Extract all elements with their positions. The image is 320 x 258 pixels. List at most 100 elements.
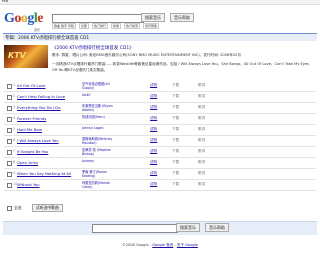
footer-link-about[interactable]: 关于 Google	[177, 243, 198, 247]
track-artist-link[interactable]: 热线乐团(Ham)	[82, 115, 116, 119]
track-title-link[interactable]: Without You	[17, 182, 40, 187]
chip-hot-search[interactable]: 热门搜索	[123, 23, 140, 29]
track-title-link[interactable]: Everything You Do I Do	[17, 105, 61, 110]
track-listen-link[interactable]: 试听	[150, 171, 157, 176]
track-listen-link[interactable]: 试听	[150, 127, 157, 132]
track-lyrics-link[interactable]: 歌词	[198, 116, 205, 121]
album-description: 一次精选KTV点唱排行最热门歌曲……收录Westlife等欧美巨星经典作品，包括…	[52, 62, 310, 72]
track-lyrics-link[interactable]: 歌词	[198, 160, 205, 165]
track-artist-link[interactable]: 玛丽亚凯莉(Mariah Carey)	[82, 181, 116, 189]
track-listen-link[interactable]: 试听	[150, 116, 157, 121]
track-title-link[interactable]: If Tonight Be You	[17, 149, 48, 154]
row-divider	[4, 157, 316, 158]
album-title: 《2006 KTV点唱排行榜全球首发 CD1》	[52, 46, 134, 51]
track-checkbox[interactable]	[7, 95, 12, 100]
track-artist-link[interactable]: 空气补给合唱团(Air Supply)	[82, 82, 116, 90]
track-artist-link[interactable]: Johnny Logan	[82, 126, 116, 130]
track-lyrics-link[interactable]: 歌词	[198, 171, 205, 176]
track-title-link[interactable]: When You Say Nothing At All	[17, 171, 71, 176]
track-download-link[interactable]: 下载	[172, 105, 179, 110]
row-divider	[4, 135, 316, 136]
track-download-link[interactable]: 下载	[172, 116, 179, 121]
section-title: 专辑：2006 KTV点唱排行榜全球首发 CD1	[5, 36, 90, 41]
cover-text: KTV	[8, 51, 26, 60]
google-logo[interactable]: Google 音乐	[4, 12, 43, 33]
track-checkbox[interactable]	[7, 150, 12, 155]
track-checkbox[interactable]	[7, 106, 12, 111]
track-artist-link[interactable]: 罗南·基汀(Ronan Keating)	[82, 170, 116, 178]
track-listen-link[interactable]: 试听	[150, 182, 157, 187]
select-all-checkbox[interactable]	[7, 206, 12, 211]
music-help-button[interactable]: 音乐帮助	[170, 13, 194, 22]
track-checkbox[interactable]	[7, 172, 12, 177]
track-number: 1	[13, 83, 16, 87]
browser-label: MB	[2, 0, 9, 3]
track-lyrics-link[interactable]: 歌词	[198, 127, 205, 132]
track-listen-link[interactable]: 试听	[150, 83, 157, 88]
track-download-link[interactable]: 下载	[172, 160, 179, 165]
track-checkbox[interactable]	[7, 139, 12, 144]
track-lyrics-link[interactable]: 歌词	[198, 138, 205, 143]
chip-music-help[interactable]: 音乐帮助	[142, 23, 159, 29]
track-title-link[interactable]: Open Arms	[17, 160, 38, 165]
row-divider	[4, 168, 316, 169]
track-listen-link[interactable]: 试听	[150, 105, 157, 110]
track-lyrics-link[interactable]: 歌词	[198, 182, 205, 187]
track-download-link[interactable]: 下载	[172, 83, 179, 88]
row-divider	[4, 91, 316, 92]
track-checkbox[interactable]	[7, 161, 12, 166]
track-artist-link[interactable]: Ub40	[82, 93, 116, 97]
footer-link-home[interactable]: Google 首页	[152, 243, 173, 247]
copyright-text: ©2008 Google	[122, 243, 149, 247]
footer-help-button[interactable]: 音乐帮助	[205, 223, 229, 232]
track-row: 7 If Tonight Be You 史蒂芬·赛 (Stephen Bisho…	[0, 148, 320, 157]
search-music-button[interactable]: 搜索音乐	[141, 13, 165, 22]
row-divider	[4, 113, 316, 114]
footer-search-input[interactable]	[92, 224, 178, 233]
album-cover-image[interactable]: KTV	[4, 45, 48, 68]
chip-new-songs[interactable]: 新歌	[110, 23, 121, 29]
play-selected-button[interactable]: 试听选中歌曲	[32, 204, 63, 212]
track-row: 10 Without You 玛丽亚凯莉(Mariah Carey) 试听 下载…	[0, 181, 320, 190]
track-download-link[interactable]: 下载	[172, 138, 179, 143]
track-artist-link[interactable]: 史蒂芬·赛 (Stephen Bishop)	[82, 148, 116, 156]
track-download-link[interactable]: 下载	[172, 149, 179, 154]
track-lyrics-link[interactable]: 歌词	[198, 149, 205, 154]
footer-search-button[interactable]: 搜索音乐	[176, 223, 200, 232]
row-divider	[4, 190, 316, 191]
track-lyrics-link[interactable]: 歌词	[198, 105, 205, 110]
chip-all[interactable]: 全部	[78, 23, 89, 29]
track-title-link[interactable]: I Will Always Love You	[17, 138, 59, 143]
track-checkbox[interactable]	[7, 183, 12, 188]
track-row: 2 Can't Help Falling In Love Ub40 试听 下载 …	[0, 93, 320, 102]
track-listen-link[interactable]: 试听	[150, 160, 157, 165]
track-title-link[interactable]: Hold Me Now	[17, 127, 42, 132]
track-checkbox[interactable]	[7, 84, 12, 89]
track-download-link[interactable]: 下载	[172, 182, 179, 187]
row-divider	[4, 146, 316, 147]
track-artist-link[interactable]: 布莱恩亚当斯 (Bryan Adams)	[82, 104, 116, 112]
track-row: 3 Everything You Do I Do 布莱恩亚当斯 (Bryan A…	[0, 104, 320, 113]
track-download-link[interactable]: 下载	[172, 94, 179, 99]
search-input[interactable]	[52, 14, 144, 23]
chip-hot-chart[interactable]: 热门排行	[91, 23, 108, 29]
chip-song-artist-album[interactable]: 歌曲 歌手 专辑	[52, 23, 76, 29]
track-listen-link[interactable]: 试听	[150, 138, 157, 143]
track-artist-link[interactable]: Journey	[82, 159, 116, 163]
track-title-link[interactable]: Can't Help Falling In Love	[17, 94, 65, 99]
track-artist-link[interactable]: 惠妮休斯顿(Whitney Houston)	[82, 137, 116, 145]
track-lyrics-link[interactable]: 歌词	[198, 83, 205, 88]
track-listen-link[interactable]: 试听	[150, 94, 157, 99]
track-number: 8	[13, 160, 16, 164]
search-filter-chips: 歌曲 歌手 专辑 全部 热门排行 新歌 热门搜索 音乐帮助	[52, 23, 159, 29]
track-row: 9 When You Say Nothing At All 罗南·基汀(Rona…	[0, 170, 320, 179]
track-checkbox[interactable]	[7, 117, 12, 122]
track-listen-link[interactable]: 试听	[150, 149, 157, 154]
track-download-link[interactable]: 下载	[172, 171, 179, 176]
track-number: 2	[13, 94, 16, 98]
track-lyrics-link[interactable]: 歌词	[198, 94, 205, 99]
track-checkbox[interactable]	[7, 128, 12, 133]
track-download-link[interactable]: 下载	[172, 127, 179, 132]
track-title-link[interactable]: Forever Friends	[17, 116, 46, 121]
track-title-link[interactable]: All Out Of Love	[17, 83, 46, 88]
